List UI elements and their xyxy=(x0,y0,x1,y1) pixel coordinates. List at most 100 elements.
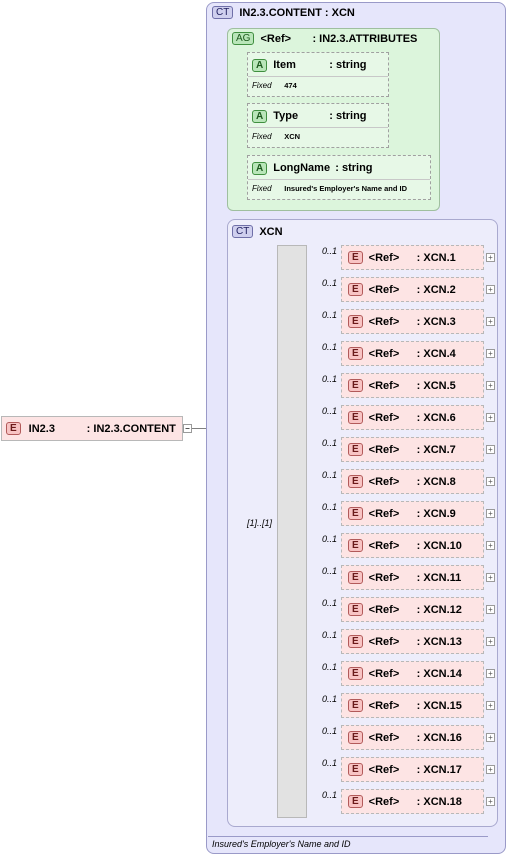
child-element-xcn-4[interactable]: E <Ref>: XCN.4 xyxy=(341,341,484,366)
element-ref: <Ref> xyxy=(368,347,400,360)
child-element-xcn-6[interactable]: E <Ref>: XCN.6 xyxy=(341,405,484,430)
fixed-value: XCN xyxy=(284,132,301,141)
expand-toggle[interactable]: + xyxy=(486,797,495,806)
expand-toggle[interactable]: + xyxy=(486,765,495,774)
fixed-value: Insured's Employer's Name and ID xyxy=(284,184,408,193)
expand-toggle[interactable]: + xyxy=(486,605,495,614)
element-badge: E xyxy=(348,443,363,456)
element-ref: <Ref> xyxy=(368,251,400,264)
element-type: : XCN.12 xyxy=(416,603,462,616)
documentation-text: Insured's Employer's Name and ID xyxy=(212,839,351,849)
expand-toggle[interactable]: + xyxy=(486,285,495,294)
child-occurrence: 0..1 xyxy=(322,566,338,576)
root-element-type: : IN2.3.CONTENT xyxy=(86,422,176,435)
child-element-xcn-7[interactable]: E <Ref>: XCN.7 xyxy=(341,437,484,462)
ag-badge: AG xyxy=(232,32,255,45)
xcn-complex-type-title: XCN xyxy=(259,225,283,238)
child-occurrence: 0..1 xyxy=(322,438,338,448)
xcn-complex-type-header: CT XCN xyxy=(232,225,283,238)
element-type: : XCN.17 xyxy=(416,763,462,776)
child-element-xcn-3[interactable]: E <Ref>: XCN.3 xyxy=(341,309,484,334)
element-type: : XCN.2 xyxy=(416,283,456,296)
child-occurrence: 0..1 xyxy=(322,310,338,320)
attribute-group-type: : IN2.3.ATTRIBUTES xyxy=(312,32,418,45)
child-element-xcn-5[interactable]: E <Ref>: XCN.5 xyxy=(341,373,484,398)
element-type: : XCN.8 xyxy=(416,475,456,488)
expand-toggle[interactable]: + xyxy=(486,317,495,326)
expand-toggle[interactable]: + xyxy=(486,381,495,390)
fixed-label: Fixed xyxy=(252,81,272,90)
element-type: : XCN.9 xyxy=(416,507,456,520)
child-element-xcn-18[interactable]: E <Ref>: XCN.18 xyxy=(341,789,484,814)
attribute-type[interactable]: A Type : string Fixed XCN xyxy=(247,103,389,148)
child-occurrence: 0..1 xyxy=(322,246,338,256)
element-badge: E xyxy=(348,763,363,776)
element-type: : XCN.16 xyxy=(416,731,462,744)
root-element-in2-3[interactable]: E IN2.3 : IN2.3.CONTENT xyxy=(1,416,183,441)
child-element-xcn-11[interactable]: E <Ref> : XCN.11 xyxy=(341,565,484,590)
child-element-xcn-1[interactable]: E <Ref>: XCN.1 xyxy=(341,245,484,270)
child-occurrence: 0..1 xyxy=(322,278,338,288)
element-ref: <Ref> xyxy=(368,539,400,552)
documentation-divider xyxy=(208,836,488,837)
root-element-name: IN2.3 xyxy=(28,422,55,435)
child-element-xcn-12[interactable]: E <Ref>: XCN.12 xyxy=(341,597,484,622)
expand-toggle[interactable]: + xyxy=(486,445,495,454)
element-type: : XCN.14 xyxy=(416,667,462,680)
ct-badge: CT xyxy=(212,6,234,19)
expand-toggle[interactable]: + xyxy=(486,637,495,646)
fixed-value: 474 xyxy=(284,81,297,90)
expand-toggle[interactable]: + xyxy=(486,541,495,550)
element-type: : XCN.11 xyxy=(416,571,462,584)
child-occurrence: 0..1 xyxy=(322,726,338,736)
child-element-xcn-17[interactable]: E <Ref>: XCN.17 xyxy=(341,757,484,782)
child-element-xcn-14[interactable]: E <Ref>: XCN.14 xyxy=(341,661,484,686)
expand-toggle[interactable]: + xyxy=(486,349,495,358)
child-element-xcn-10[interactable]: E <Ref> : XCN.10 xyxy=(341,533,484,558)
expand-toggle[interactable]: + xyxy=(486,253,495,262)
expand-toggle[interactable]: + xyxy=(486,477,495,486)
attribute-longname[interactable]: A LongName : string Fixed Insured's Empl… xyxy=(247,155,431,200)
element-badge: E xyxy=(348,571,363,584)
element-badge: E xyxy=(348,539,363,552)
element-badge: E xyxy=(6,422,21,435)
element-type: : XCN.10 xyxy=(416,539,462,552)
element-ref: <Ref> xyxy=(368,283,400,296)
element-ref: <Ref> xyxy=(368,475,400,488)
expand-toggle[interactable]: + xyxy=(486,509,495,518)
child-occurrence: 0..1 xyxy=(322,598,338,608)
child-element-xcn-16[interactable]: E <Ref>: XCN.16 xyxy=(341,725,484,750)
element-badge: E xyxy=(348,635,363,648)
child-occurrence: 0..1 xyxy=(322,630,338,640)
child-element-xcn-9[interactable]: E <Ref>: XCN.9 xyxy=(341,501,484,526)
element-badge: E xyxy=(348,283,363,296)
child-occurrence: 0..1 xyxy=(322,790,338,800)
child-occurrence: 0..1 xyxy=(322,470,338,480)
attribute-item[interactable]: A Item : string Fixed 474 xyxy=(247,52,389,97)
expand-toggle[interactable]: + xyxy=(486,413,495,422)
child-occurrence: 0..1 xyxy=(322,758,338,768)
element-ref: <Ref> xyxy=(368,603,400,616)
child-element-xcn-2[interactable]: E <Ref> : XCN.2 xyxy=(341,277,484,302)
expand-toggle[interactable]: + xyxy=(486,669,495,678)
element-ref: <Ref> xyxy=(368,731,400,744)
attribute-name: LongName xyxy=(273,162,331,174)
element-ref: <Ref> xyxy=(368,571,400,584)
element-ref: <Ref> xyxy=(368,667,400,680)
element-type: : XCN.1 xyxy=(416,251,456,264)
fixed-label: Fixed xyxy=(252,132,272,141)
child-element-xcn-13[interactable]: E <Ref>: XCN.13 xyxy=(341,629,484,654)
element-type: : XCN.5 xyxy=(416,379,456,392)
child-element-xcn-8[interactable]: E <Ref>: XCN.8 xyxy=(341,469,484,494)
collapse-toggle[interactable] xyxy=(183,424,192,433)
ct-badge: CT xyxy=(232,225,254,238)
expand-toggle[interactable]: + xyxy=(486,573,495,582)
child-element-xcn-15[interactable]: E <Ref>: XCN.15 xyxy=(341,693,484,718)
attribute-group-ref: <Ref> xyxy=(260,32,292,45)
expand-toggle[interactable]: + xyxy=(486,701,495,710)
child-occurrence: 0..1 xyxy=(322,342,338,352)
expand-toggle[interactable]: + xyxy=(486,733,495,742)
child-occurrence: 0..1 xyxy=(322,406,338,416)
element-ref: <Ref> xyxy=(368,443,400,456)
child-occurrence: 0..1 xyxy=(322,694,338,704)
